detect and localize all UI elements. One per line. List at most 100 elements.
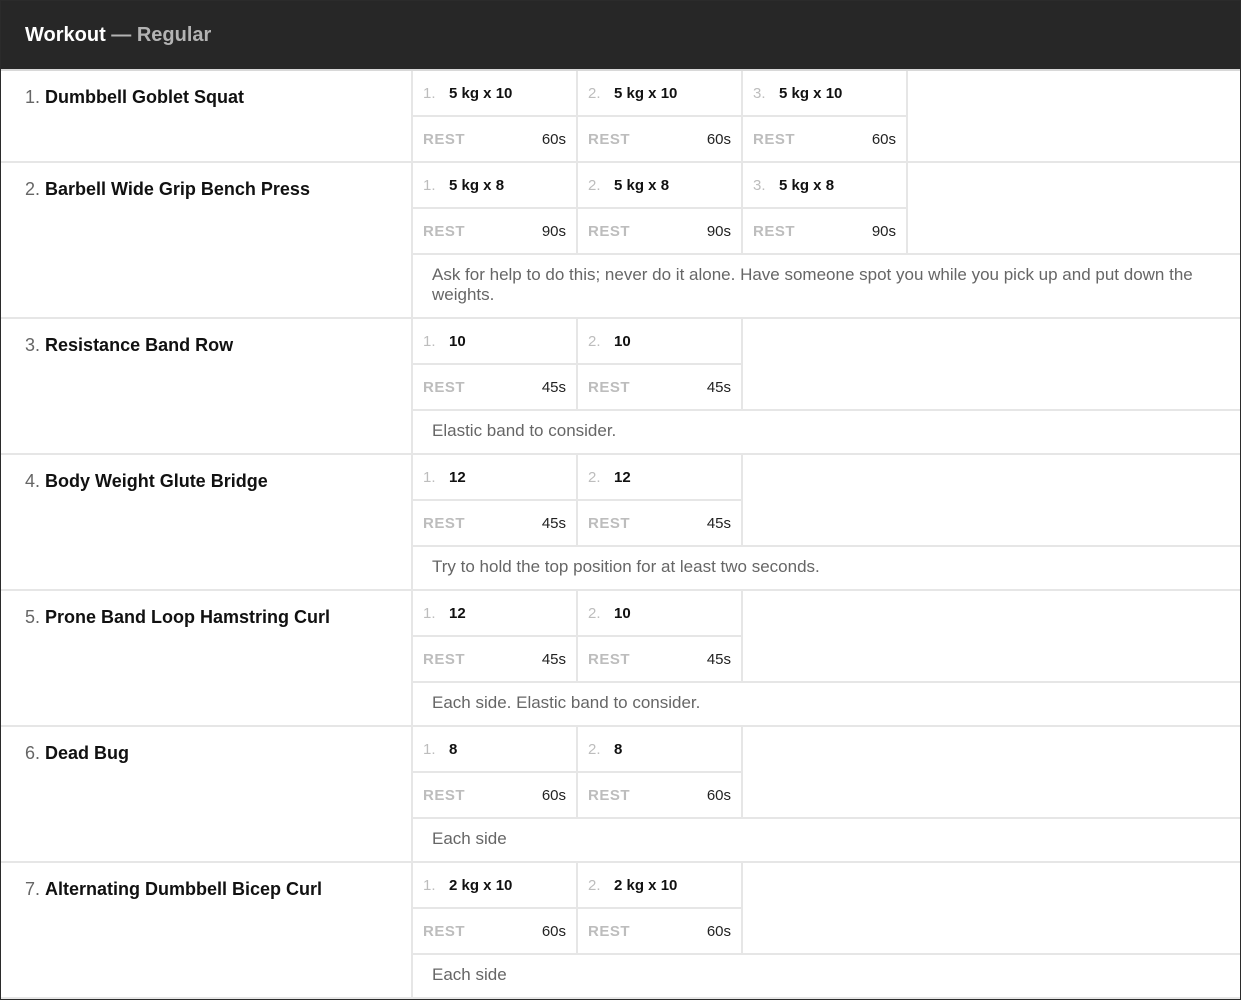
set-rest: REST 45s [413,365,576,409]
set-cell: 1. 10 REST 45s [413,319,578,409]
set-index: 1. [423,740,436,758]
set-index: 2. [588,468,601,486]
set-target: 1. 5 kg x 10 [413,71,576,117]
set-cell: 2. 10 REST 45s [578,319,743,409]
rest-label: REST [588,222,631,240]
set-value: 8 [614,740,623,758]
set-list: 1. 12 REST 45s 2. 10 REST 45s [413,591,1240,681]
set-list: 1. 8 REST 60s 2. 8 REST 60s [413,727,1240,817]
set-target: 2. 10 [578,319,741,365]
set-value: 5 kg x 8 [779,176,835,194]
set-value: 10 [614,332,631,350]
exercise-details: 1. 12 REST 45s 2. 12 REST 45s Try to hol [413,455,1240,589]
set-cell: 1. 12 REST 45s [413,455,578,545]
rest-label: REST [423,222,466,240]
rest-label: REST [588,130,631,148]
set-list: 1. 12 REST 45s 2. 12 REST 45s [413,455,1240,545]
exercise-note: Each side [413,953,1240,997]
set-index: 1. [423,176,436,194]
exercise-title: 3. Resistance Band Row [1,319,413,453]
set-index: 2. [588,604,601,622]
set-value: 8 [449,740,458,758]
exercise-title: 2. Barbell Wide Grip Bench Press [1,163,413,317]
rest-label: REST [423,650,466,668]
exercise-title: 7. Alternating Dumbbell Bicep Curl [1,863,413,997]
rest-label: REST [588,922,631,940]
rest-duration: 45s [706,514,731,532]
set-rest: REST 90s [413,209,576,253]
set-rest: REST 60s [413,773,576,817]
rest-duration: 45s [706,378,731,396]
exercise-name: Dumbbell Goblet Squat [45,87,245,107]
set-target: 1. 12 [413,591,576,637]
set-target: 2. 2 kg x 10 [578,863,741,909]
exercise-number: 2. [25,179,41,199]
rest-label: REST [588,786,631,804]
set-value: 2 kg x 10 [614,876,678,894]
set-list: 1. 2 kg x 10 REST 60s 2. 2 kg x 10 REST … [413,863,1240,953]
exercise-row: 7. Alternating Dumbbell Bicep Curl 1. 2 … [1,863,1240,999]
set-cell: 2. 5 kg x 8 REST 90s [578,163,743,253]
exercise-note: Each side. Elastic band to consider. [413,681,1240,725]
set-cell: 3. 5 kg x 8 REST 90s [743,163,908,253]
rest-duration: 45s [706,650,731,668]
set-rest: REST 45s [578,637,741,681]
set-list: 1. 5 kg x 8 REST 90s 2. 5 kg x 8 REST 90… [413,163,1240,253]
exercise-row: 5. Prone Band Loop Hamstring Curl 1. 12 … [1,591,1240,727]
exercise-details: 1. 12 REST 45s 2. 10 REST 45s Each side. [413,591,1240,725]
exercise-title: 6. Dead Bug [1,727,413,861]
set-value: 5 kg x 8 [614,176,670,194]
rest-duration: 45s [541,514,566,532]
set-index: 2. [588,332,601,350]
set-cell: 2. 2 kg x 10 REST 60s [578,863,743,953]
set-value: 5 kg x 8 [449,176,505,194]
rest-label: REST [423,922,466,940]
set-value: 2 kg x 10 [449,876,513,894]
set-rest: REST 60s [413,117,576,161]
rest-duration: 45s [541,378,566,396]
set-value: 5 kg x 10 [779,84,843,102]
rest-duration: 90s [871,222,896,240]
exercise-name: Barbell Wide Grip Bench Press [45,179,310,199]
exercise-row: 2. Barbell Wide Grip Bench Press 1. 5 kg… [1,163,1240,319]
set-index: 3. [753,84,766,102]
set-list: 1. 10 REST 45s 2. 10 REST 45s [413,319,1240,409]
exercise-note: Ask for help to do this; never do it alo… [413,253,1240,317]
set-value: 5 kg x 10 [449,84,513,102]
set-cell: 1. 12 REST 45s [413,591,578,681]
set-target: 2. 12 [578,455,741,501]
set-index: 1. [423,332,436,350]
exercise-name: Resistance Band Row [45,335,234,355]
exercise-name: Dead Bug [45,743,130,763]
set-target: 1. 10 [413,319,576,365]
set-index: 1. [423,876,436,894]
set-rest: REST 45s [413,637,576,681]
exercise-title: 4. Body Weight Glute Bridge [1,455,413,589]
set-cell: 1. 5 kg x 10 REST 60s [413,71,578,161]
set-rest: REST 60s [578,117,741,161]
set-rest: REST 60s [578,909,741,953]
set-index: 2. [588,876,601,894]
set-value: 12 [614,468,631,486]
rest-duration: 60s [706,922,731,940]
set-rest: REST 60s [413,909,576,953]
set-index: 2. [588,176,601,194]
workout-subtitle: Regular [136,24,212,46]
workout-title: Workout [25,24,106,46]
exercise-details: 1. 2 kg x 10 REST 60s 2. 2 kg x 10 REST … [413,863,1240,997]
set-value: 10 [449,332,466,350]
set-target: 1. 2 kg x 10 [413,863,576,909]
set-cell: 2. 10 REST 45s [578,591,743,681]
set-cell: 1. 2 kg x 10 REST 60s [413,863,578,953]
set-index: 1. [423,468,436,486]
set-rest: REST 45s [413,501,576,545]
exercise-row: 4. Body Weight Glute Bridge 1. 12 REST 4… [1,455,1240,591]
exercise-title: 1. Dumbbell Goblet Squat [1,71,413,161]
exercise-note: Each side [413,817,1240,861]
exercise-details: 1. 5 kg x 8 REST 90s 2. 5 kg x 8 REST 90… [413,163,1240,317]
rest-duration: 60s [706,130,731,148]
rest-duration: 90s [541,222,566,240]
set-cell: 1. 8 REST 60s [413,727,578,817]
set-target: 1. 12 [413,455,576,501]
set-list: 1. 5 kg x 10 REST 60s 2. 5 kg x 10 REST … [413,71,1240,161]
